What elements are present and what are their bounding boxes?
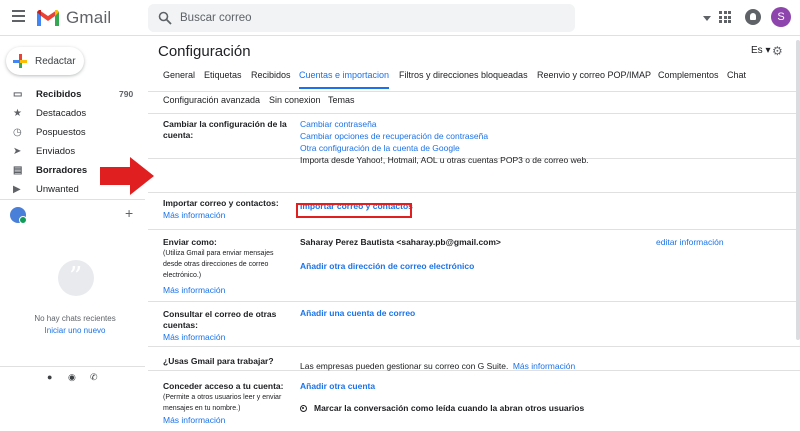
sidebar-item-inbox[interactable]: ▭ Recibidos 790 bbox=[0, 85, 145, 104]
hangouts-header: + bbox=[10, 205, 135, 224]
clock-icon: ◷ bbox=[13, 127, 22, 138]
start-new-chat-link[interactable]: Iniciar uno nuevo bbox=[0, 326, 150, 335]
tab-labels[interactable]: Etiquetas bbox=[204, 70, 242, 80]
sidebar-item-label: Borradores bbox=[36, 165, 88, 176]
work-text: Las empresas pueden gestionar su correo … bbox=[300, 361, 509, 371]
settings-row-import-main: Importar correo y contactos: Más informa… bbox=[148, 192, 800, 230]
change-password-link[interactable]: Cambiar contraseña bbox=[300, 119, 377, 129]
tab-filters[interactable]: Filtros y direcciones bloqueadas bbox=[399, 70, 528, 80]
settings-tabs-row2: Configuración avanzada Sin conexion Tema… bbox=[148, 92, 800, 114]
compose-label: Redactar bbox=[35, 55, 76, 67]
import-label: Importar correo y contactos: bbox=[163, 198, 279, 208]
tab-offline[interactable]: Sin conexion bbox=[269, 95, 321, 105]
tab-forwarding[interactable]: Reenvio y correo POP/IMAP bbox=[537, 70, 651, 80]
settings-panel: Configuración Es ▾ ⚙ General Etiquetas R… bbox=[148, 36, 800, 425]
search-input[interactable] bbox=[180, 9, 540, 27]
gear-icon[interactable]: ⚙ bbox=[772, 44, 783, 58]
account-avatar[interactable]: S bbox=[771, 7, 791, 27]
sidebar: Redactar ▭ Recibidos 790 ★ Destacados ◷ … bbox=[0, 36, 145, 387]
grant-access-more-info-link[interactable]: Más información bbox=[163, 415, 225, 425]
sidebar-item-snoozed[interactable]: ◷ Pospuestos bbox=[0, 123, 145, 142]
divider bbox=[0, 199, 145, 200]
notifications-icon[interactable] bbox=[745, 9, 761, 25]
send-as-more-info-link[interactable]: Más información bbox=[163, 285, 225, 295]
gmail-m-icon bbox=[37, 10, 59, 26]
edit-info-link[interactable]: editar información bbox=[656, 237, 724, 247]
settings-row-import: Importa desde Yahoo!, Hotmail, AOL u otr… bbox=[148, 155, 800, 192]
work-more-info-link[interactable]: Más información bbox=[513, 361, 575, 371]
tab-addons[interactable]: Complementos bbox=[658, 70, 719, 80]
import-description: Importa desde Yahoo!, Hotmail, AOL u otr… bbox=[300, 155, 589, 165]
search-bar bbox=[148, 4, 711, 32]
google-account-settings-link[interactable]: Otra configuración de la cuenta de Googl… bbox=[300, 143, 460, 153]
send-icon: ➤ bbox=[13, 146, 22, 157]
hangouts-avatar[interactable] bbox=[10, 207, 27, 224]
change-recovery-link[interactable]: Cambiar opciones de recuperación de cont… bbox=[300, 131, 488, 141]
sidebar-item-label: Enviados bbox=[36, 146, 76, 157]
import-more-info-link[interactable]: Más información bbox=[163, 210, 225, 220]
main-menu-icon[interactable] bbox=[12, 10, 25, 22]
red-arrow-annotation bbox=[100, 157, 154, 195]
work-label: ¿Usas Gmail para trabajar? bbox=[163, 356, 274, 366]
mark-read-option[interactable]: Marcar la conversación como leída cuando… bbox=[300, 403, 584, 413]
tab-advanced[interactable]: Configuración avanzada bbox=[163, 95, 260, 105]
unread-count: 790 bbox=[119, 89, 134, 99]
check-mail-label: Consultar el correo de otras cuentas: bbox=[163, 309, 277, 330]
tab-accounts-import[interactable]: Cuentas e importacion bbox=[299, 70, 390, 89]
send-as-description: (Utiliza Gmail para enviar mensajes desd… bbox=[163, 250, 274, 279]
draft-icon: ▤ bbox=[13, 165, 23, 176]
sidebar-item-label: Pospuestos bbox=[36, 127, 86, 138]
top-bar: Gmail S bbox=[0, 0, 800, 36]
change-account-label: Cambiar la configuración de la cuenta: bbox=[163, 119, 287, 140]
inbox-icon: ▭ bbox=[13, 89, 23, 100]
hangouts-icon[interactable]: ◉ bbox=[68, 372, 78, 382]
grant-access-label: Conceder acceso a tu cuenta: bbox=[163, 381, 284, 391]
new-chat-plus-icon[interactable]: + bbox=[125, 205, 133, 221]
divider bbox=[0, 366, 145, 367]
settings-row-change-account: Cambiar la configuración de la cuenta: C… bbox=[148, 114, 800, 159]
compose-plus-icon bbox=[13, 54, 27, 68]
sidebar-item-label: Recibidos bbox=[36, 89, 82, 100]
language-selector[interactable]: Es ▾ bbox=[751, 45, 770, 56]
chat-bubble-icon bbox=[58, 260, 94, 296]
compose-button[interactable]: Redactar bbox=[6, 47, 84, 75]
add-mail-account-link[interactable]: Añadir una cuenta de correo bbox=[300, 308, 415, 318]
send-as-label: Enviar como: bbox=[163, 237, 217, 247]
gmail-logo-text: Gmail bbox=[66, 8, 112, 27]
tab-themes[interactable]: Temas bbox=[328, 95, 355, 105]
highlight-box bbox=[296, 203, 412, 218]
sidebar-item-label: Destacados bbox=[36, 108, 87, 119]
search-icon[interactable] bbox=[158, 11, 172, 25]
add-send-address-link[interactable]: Añadir otra dirección de correo electrón… bbox=[300, 261, 474, 271]
send-as-address: Saharay Perez Bautista <saharay.pb@gmail… bbox=[300, 237, 501, 247]
radio-button[interactable] bbox=[300, 405, 307, 412]
grant-access-description: (Permite a otros usuarios leer y enviar … bbox=[163, 394, 282, 412]
star-icon: ★ bbox=[13, 108, 22, 119]
add-another-account-link[interactable]: Añadir otra cuenta bbox=[300, 381, 375, 391]
gmail-logo[interactable]: Gmail bbox=[36, 6, 111, 30]
label-icon: ▶ bbox=[13, 184, 21, 195]
phone-icon[interactable]: ✆ bbox=[90, 372, 100, 382]
check-mail-more-info-link[interactable]: Más información bbox=[163, 332, 225, 342]
scrollbar[interactable] bbox=[796, 40, 800, 340]
search-options-icon[interactable] bbox=[703, 16, 711, 21]
contacts-icon[interactable]: ● bbox=[47, 372, 57, 382]
settings-tabs: General Etiquetas Recibidos Cuentas e im… bbox=[148, 70, 800, 92]
settings-row-grant-access: Conceder acceso a tu cuenta: (Permite a … bbox=[148, 371, 800, 431]
no-chats-text: No hay chats recientes bbox=[34, 314, 116, 323]
settings-row-send-as: Enviar como: (Utiliza Gmail para enviar … bbox=[148, 230, 800, 302]
settings-row-work: ¿Usas Gmail para trabajar? Las empresas … bbox=[148, 347, 800, 371]
tab-inbox[interactable]: Recibidos bbox=[251, 70, 291, 80]
sidebar-item-starred[interactable]: ★ Destacados bbox=[0, 104, 145, 123]
tab-chat[interactable]: Chat bbox=[727, 70, 746, 80]
sidebar-item-label: Unwanted bbox=[36, 184, 79, 195]
tab-general[interactable]: General bbox=[163, 70, 195, 80]
page-title: Configuración bbox=[158, 43, 251, 60]
language-label: Es bbox=[751, 45, 763, 56]
mark-read-label: Marcar la conversación como leída cuando… bbox=[314, 403, 585, 413]
settings-row-check-mail: Consultar el correo de otras cuentas: Má… bbox=[148, 302, 800, 347]
apps-grid-icon[interactable] bbox=[719, 11, 731, 23]
